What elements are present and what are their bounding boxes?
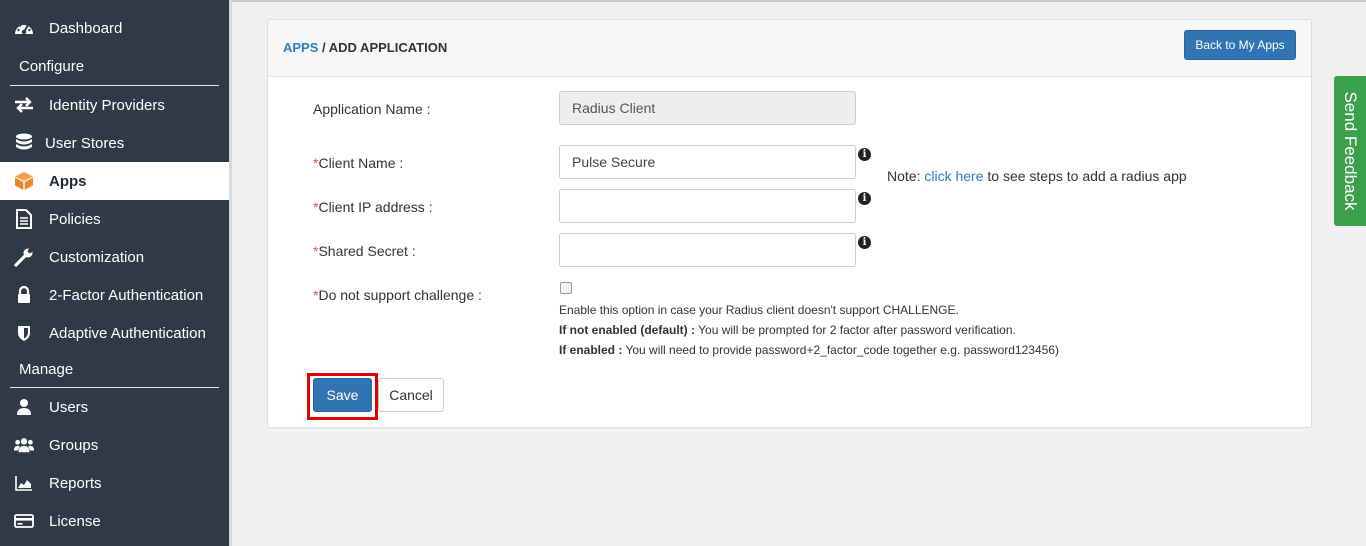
app-name-field: Radius Client: [559, 91, 856, 125]
sidebar-item-label: Users: [49, 398, 89, 416]
sidebar-item-label: Dashboard: [49, 19, 123, 37]
help-line-3-text: You will need to provide password+2_fact…: [622, 343, 1059, 357]
top-divider: [232, 0, 1366, 2]
info-icon[interactable]: i: [858, 236, 871, 249]
breadcrumb-current: ADD APPLICATION: [328, 40, 448, 55]
sidebar-item-label: Groups: [49, 436, 99, 454]
wrench-icon: [14, 247, 34, 267]
dashboard-icon: [14, 18, 34, 38]
sidebar-item-2fa[interactable]: 2-Factor Authentication: [0, 276, 229, 314]
user-icon: [14, 397, 34, 417]
document-icon: [14, 209, 34, 229]
sidebar-item-customization[interactable]: Customization: [0, 238, 229, 276]
panel-header: APPS / ADD APPLICATION Back to My Apps: [268, 20, 1311, 77]
sidebar-item-label: Identity Providers: [49, 96, 165, 114]
sidebar: Dashboard Configure Identity Providers U…: [0, 0, 229, 546]
sidebar-item-label: License: [49, 512, 101, 530]
help-line-2: If not enabled (default) : You will be p…: [559, 323, 1016, 337]
challenge-label-text: Do not support challenge :: [318, 287, 482, 303]
help-line-3: If enabled : You will need to provide pa…: [559, 343, 1059, 357]
shared-secret-label-text: Shared Secret :: [318, 243, 416, 259]
client-ip-label-text: Client IP address :: [318, 199, 433, 215]
client-ip-input[interactable]: [559, 189, 856, 223]
info-icon[interactable]: i: [858, 192, 871, 205]
client-name-label-text: Client Name :: [318, 155, 404, 171]
group-icon: [14, 435, 34, 455]
client-ip-label: *Client IP address :: [313, 199, 433, 215]
sidebar-item-reports[interactable]: Reports: [0, 464, 229, 502]
save-button[interactable]: Save: [313, 378, 372, 412]
breadcrumb-apps-link[interactable]: APPS: [283, 40, 318, 55]
cube-icon: [14, 171, 34, 191]
help-line-2-text: You will be prompted for 2 factor after …: [695, 323, 1016, 337]
note: Note: click here to see steps to add a r…: [887, 168, 1187, 184]
sidebar-item-user-stores[interactable]: User Stores: [0, 124, 229, 162]
lock-icon: [14, 285, 34, 305]
section-configure: Configure: [19, 58, 85, 75]
sidebar-item-dashboard[interactable]: Dashboard: [0, 9, 229, 47]
area-chart-icon: [14, 473, 34, 493]
sidebar-item-identity-providers[interactable]: Identity Providers: [0, 86, 229, 124]
challenge-label: *Do not support challenge :: [313, 287, 482, 303]
back-to-my-apps-button[interactable]: Back to My Apps: [1184, 30, 1296, 60]
sidebar-item-label: Adaptive Authentication: [49, 324, 206, 342]
sidebar-item-label: 2-Factor Authentication: [49, 286, 204, 304]
sidebar-item-label: Policies: [49, 210, 101, 228]
sidebar-border: [229, 0, 232, 546]
sidebar-item-label: Customization: [49, 248, 145, 266]
sidebar-item-apps[interactable]: Apps: [0, 162, 229, 200]
sidebar-item-license[interactable]: License: [0, 502, 229, 540]
add-application-panel: APPS / ADD APPLICATION Back to My Apps A…: [267, 19, 1312, 428]
note-prefix: Note:: [887, 168, 925, 184]
client-name-input[interactable]: Pulse Secure: [559, 145, 856, 179]
shared-secret-label: *Shared Secret :: [313, 243, 416, 259]
click-here-link[interactable]: click here: [924, 168, 983, 184]
cancel-button[interactable]: Cancel: [378, 378, 444, 412]
sidebar-item-label: Apps: [49, 172, 87, 190]
note-suffix: to see steps to add a radius app: [983, 168, 1187, 184]
sidebar-item-adaptive-auth[interactable]: Adaptive Authentication: [0, 314, 229, 352]
help-line-2-bold: If not enabled (default) :: [559, 323, 695, 337]
breadcrumb: APPS / ADD APPLICATION: [283, 40, 447, 55]
breadcrumb-separator: /: [318, 40, 329, 55]
sidebar-item-users[interactable]: Users: [0, 388, 229, 426]
arrows-exchange-icon: [14, 95, 34, 115]
sidebar-item-policies[interactable]: Policies: [0, 200, 229, 238]
section-manage: Manage: [19, 361, 74, 378]
shield-icon: [14, 323, 34, 343]
shared-secret-input[interactable]: [559, 233, 856, 267]
sidebar-item-label: Reports: [49, 474, 102, 492]
do-not-support-challenge-checkbox[interactable]: [560, 282, 572, 294]
sidebar-item-groups[interactable]: Groups: [0, 426, 229, 464]
sidebar-item-label: User Stores: [45, 134, 125, 152]
credit-card-icon: [14, 511, 34, 531]
client-name-label: *Client Name :: [313, 155, 403, 171]
help-line-3-bold: If enabled :: [559, 343, 623, 357]
app-name-label: Application Name :: [313, 101, 431, 117]
help-line-1: Enable this option in case your Radius c…: [559, 303, 959, 317]
send-feedback-label: Send Feedback: [1341, 91, 1360, 211]
database-icon: [14, 133, 34, 153]
info-icon[interactable]: i: [858, 148, 871, 161]
send-feedback-tab[interactable]: Send Feedback: [1334, 76, 1366, 226]
